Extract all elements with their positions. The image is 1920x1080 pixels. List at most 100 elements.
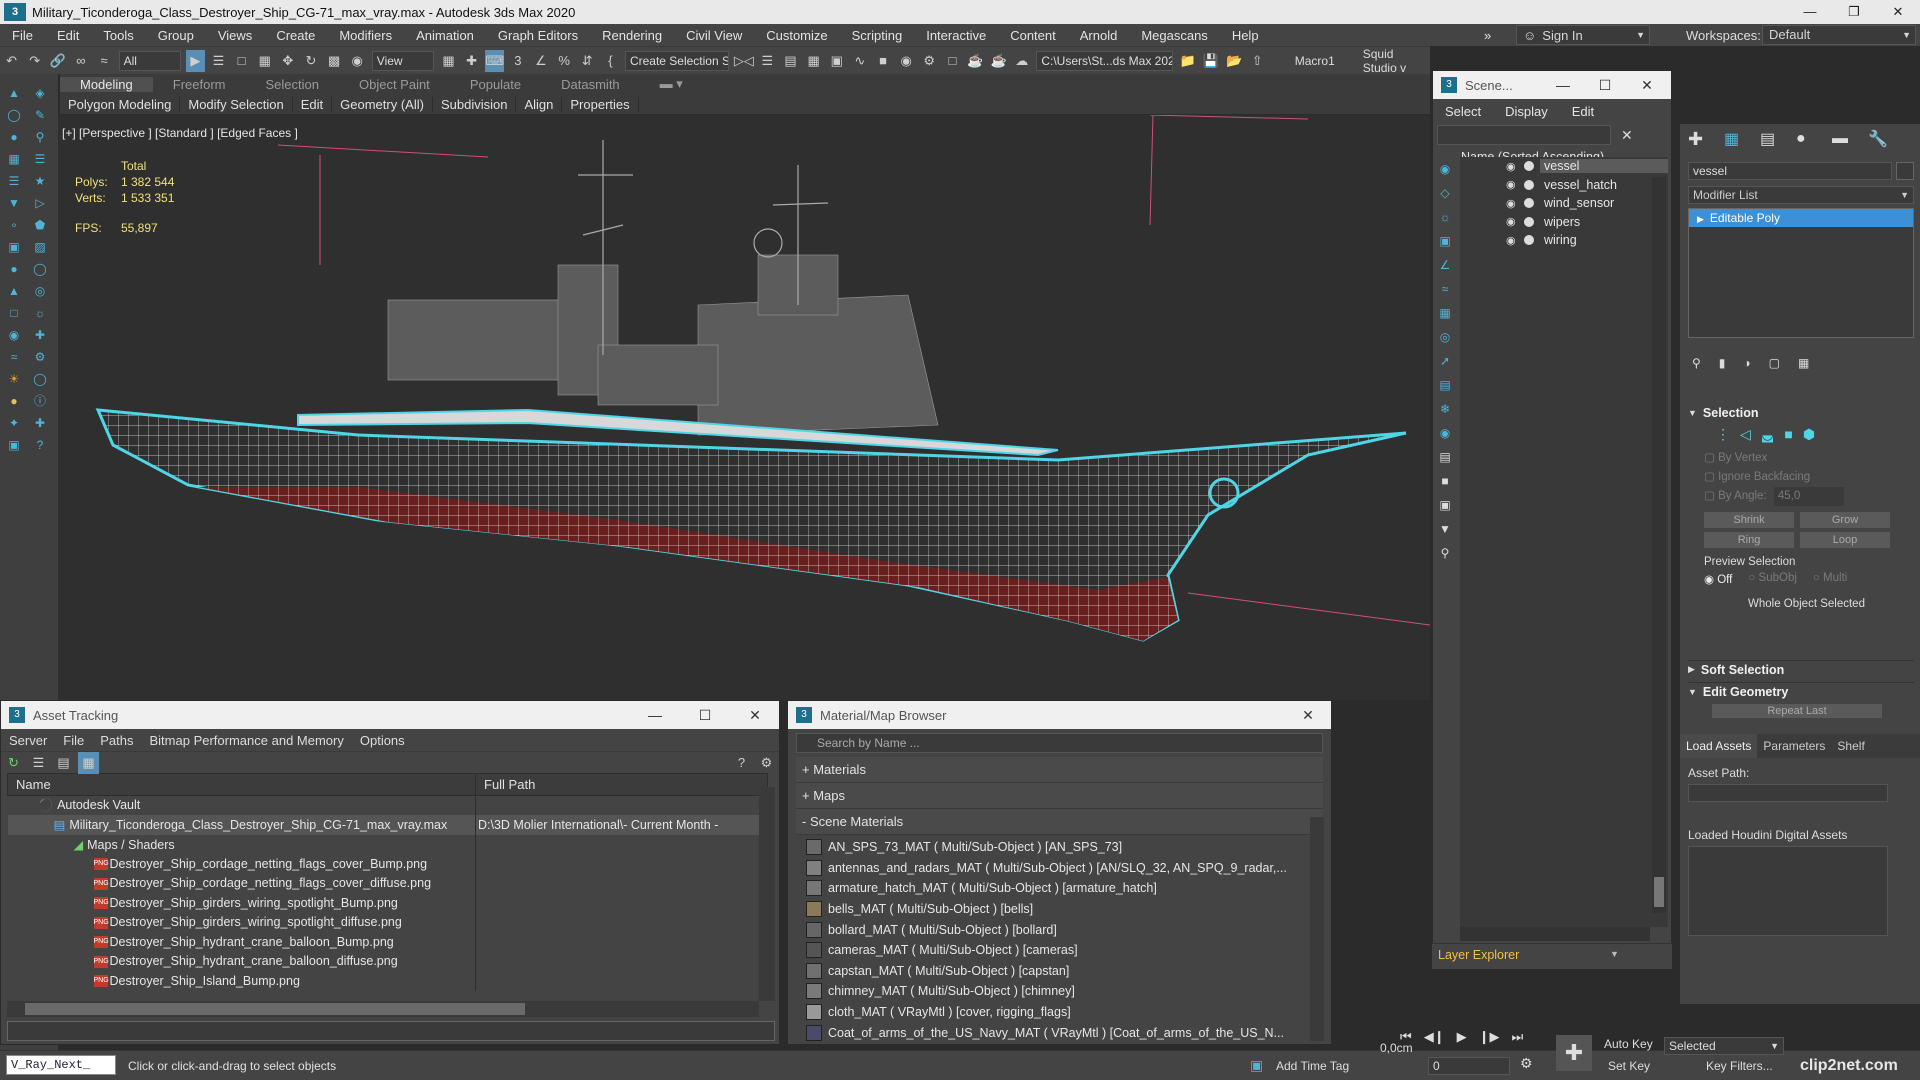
table-row[interactable]: PNGDestroyer_Ship_hydrant_crane_balloon_… <box>7 951 768 971</box>
asset-vertical-scrollbar[interactable] <box>759 787 775 1001</box>
menu-customize[interactable]: Customize <box>754 28 839 43</box>
scene-item-vessel-hatch[interactable]: ◉ vessel_hatch <box>1460 176 1668 195</box>
element-mode-icon[interactable]: ⬢ <box>1803 426 1815 443</box>
filter-icon[interactable]: ▼ <box>1434 519 1456 539</box>
maxscript-listener-field[interactable]: V_Ray_Next_ <box>6 1055 116 1075</box>
table-row[interactable]: ◢ Maps / Shaders <box>7 834 768 854</box>
list-item[interactable]: Coat_of_arms_of_the_US_Navy_MAT ( VRayMt… <box>806 1022 1311 1043</box>
vertex-icon[interactable]: ∘ <box>4 216 24 234</box>
column-full-path[interactable]: Full Path <box>475 773 768 796</box>
collapse-icon[interactable]: ▼ <box>1688 408 1697 418</box>
preview-off-radio[interactable]: ◉ Off <box>1704 572 1732 586</box>
cone-icon[interactable]: ▲ <box>4 282 24 300</box>
rotate-icon[interactable]: ↻ <box>301 50 320 72</box>
list-item[interactable]: bollard_MAT ( Multi/Sub-Object ) [bollar… <box>806 919 1311 940</box>
display-xrefs-icon[interactable]: ◎ <box>1434 327 1456 347</box>
tab-object-paint[interactable]: Object Paint <box>339 77 450 92</box>
helper-icon[interactable]: ✚ <box>30 326 50 344</box>
toggle-ribbon-icon[interactable]: ▣ <box>827 50 846 72</box>
paint-icon[interactable]: ● <box>4 128 24 146</box>
sun-icon[interactable]: ☀ <box>4 370 24 388</box>
shape-icon[interactable]: □ <box>4 304 24 322</box>
menu-arnold[interactable]: Arnold <box>1068 28 1130 43</box>
scene-item-wipers[interactable]: ◉ wipers <box>1460 213 1668 232</box>
display-cameras-icon[interactable]: ▣ <box>1434 231 1456 251</box>
restore-icon[interactable]: ❐ <box>1832 0 1876 24</box>
table-row[interactable]: PNGDestroyer_Ship_girders_wiring_spotlig… <box>7 912 768 932</box>
edit-geometry-rollout[interactable]: ▼ Edit Geometry <box>1688 682 1914 700</box>
star-icon[interactable]: ★ <box>30 172 50 190</box>
by-angle-spinner[interactable]: 45,0 <box>1773 487 1844 506</box>
freeze-icon[interactable] <box>1524 161 1534 172</box>
asset-tracking-titlebar[interactable]: 3 Asset Tracking — ☐ ✕ <box>1 701 779 729</box>
menu-animation[interactable]: Animation <box>404 28 486 43</box>
tab-load-assets[interactable]: Load Assets <box>1680 734 1758 758</box>
brush-icon[interactable]: ✎ <box>30 106 50 124</box>
menu-edit[interactable]: Edit <box>45 28 91 43</box>
selection-rollout-header[interactable]: ▼ Selection <box>1688 404 1914 422</box>
display-helpers-icon[interactable]: ∠ <box>1434 255 1456 275</box>
menu-content[interactable]: Content <box>998 28 1068 43</box>
current-frame-input[interactable]: 0 <box>1428 1057 1510 1075</box>
element-icon[interactable]: ▣ <box>4 238 24 256</box>
asset-menu-file[interactable]: File <box>55 733 92 748</box>
close-icon[interactable]: ✕ <box>1876 0 1920 24</box>
tab-parameters[interactable]: Parameters <box>1757 739 1831 753</box>
menu-views[interactable]: Views <box>206 28 264 43</box>
pin-icon[interactable]: ⚲ <box>30 128 50 146</box>
display-all-icon[interactable]: ▤ <box>1434 447 1456 467</box>
asset-menu-bitmap[interactable]: Bitmap Performance and Memory <box>142 733 352 748</box>
list-item[interactable]: cameras_MAT ( Multi/Sub-Object ) [camera… <box>806 940 1311 961</box>
next-frame-icon[interactable]: ❙▶ <box>1479 1029 1500 1045</box>
macro-button[interactable]: Macro1 <box>1295 54 1335 68</box>
workspaces-dropdown[interactable]: Default ▼ <box>1762 25 1916 45</box>
asset-path-field[interactable] <box>7 1021 775 1041</box>
toggle-layer-explorer-icon[interactable]: ▦ <box>804 50 823 72</box>
reference-coordinate-dropdown[interactable]: View <box>371 50 434 71</box>
scrollbar-thumb[interactable] <box>1654 877 1664 907</box>
curve-editor-icon[interactable]: ∿ <box>850 50 869 72</box>
expand-icon[interactable]: ▶ <box>1688 664 1695 675</box>
stack-item-editable-poly[interactable]: ▶ Editable Poly <box>1689 209 1913 227</box>
column-name[interactable]: Name <box>7 773 476 796</box>
asset-path-input[interactable] <box>1688 784 1888 802</box>
ribbon-properties[interactable]: Properties <box>562 96 639 112</box>
list-view-icon[interactable]: ☰ <box>28 752 49 774</box>
rect-selection-icon[interactable]: □ <box>232 50 251 72</box>
scale-icon[interactable]: ▩ <box>325 50 344 72</box>
asset-menu-paths[interactable]: Paths <box>92 733 141 748</box>
maximize-icon[interactable]: ☐ <box>1585 71 1625 99</box>
scene-horizontal-scrollbar[interactable] <box>1460 927 1650 941</box>
go-to-start-icon[interactable]: ⏮ <box>1400 1029 1412 1045</box>
section-scene-materials[interactable]: - Scene Materials <box>796 809 1323 835</box>
eye-icon[interactable]: ◉ <box>1506 160 1520 173</box>
loaded-houdini-list[interactable] <box>1688 846 1888 936</box>
undo-icon[interactable]: ↶ <box>2 50 21 72</box>
viewport-label[interactable]: [+] [Perspective ] [Standard ] [Edged Fa… <box>62 126 298 140</box>
time-tag-icon[interactable]: ▣ <box>1250 1057 1263 1074</box>
sign-in-dropdown[interactable]: ☺ Sign In ▼ <box>1516 25 1650 45</box>
grid-icon[interactable]: ▦ <box>4 150 24 168</box>
table-row[interactable]: ▤ Military_Ticonderoga_Class_Destroyer_Sh… <box>7 815 768 835</box>
select-manipulate-icon[interactable]: ✚ <box>462 50 481 72</box>
rendered-frame-icon[interactable]: □ <box>943 50 962 72</box>
add-time-tag-button[interactable]: Add Time Tag <box>1276 1059 1349 1073</box>
tab-datasmith[interactable]: Datasmith <box>541 77 640 92</box>
open-icon[interactable]: 📂 <box>1224 50 1243 72</box>
scene-menu-edit[interactable]: Edit <box>1560 104 1606 119</box>
table-row[interactable]: PNGDestroyer_Ship_cordage_netting_flags_… <box>7 854 768 874</box>
set-keys-icon[interactable]: ✚ <box>1556 1035 1592 1071</box>
table-row[interactable]: ⚫ Autodesk Vault <box>7 795 768 815</box>
eye-icon[interactable]: ◉ <box>1506 234 1520 247</box>
display-frozen-icon[interactable]: ❄ <box>1434 399 1456 419</box>
edit-named-selection-icon[interactable]: { <box>601 50 620 72</box>
tab-populate[interactable]: Populate <box>450 77 541 92</box>
display-shapes-icon[interactable]: ◇ <box>1434 183 1456 203</box>
key-filters-button[interactable]: Key Filters... <box>1706 1059 1773 1073</box>
menu-tools[interactable]: Tools <box>91 28 145 43</box>
tube-icon[interactable]: ◯ <box>30 370 50 388</box>
display-none-icon[interactable]: ■ <box>1434 471 1456 491</box>
help-icon[interactable]: ? <box>30 436 50 454</box>
scene-search-input[interactable] <box>1437 125 1611 145</box>
scene-icon[interactable]: ▣ <box>4 436 24 454</box>
